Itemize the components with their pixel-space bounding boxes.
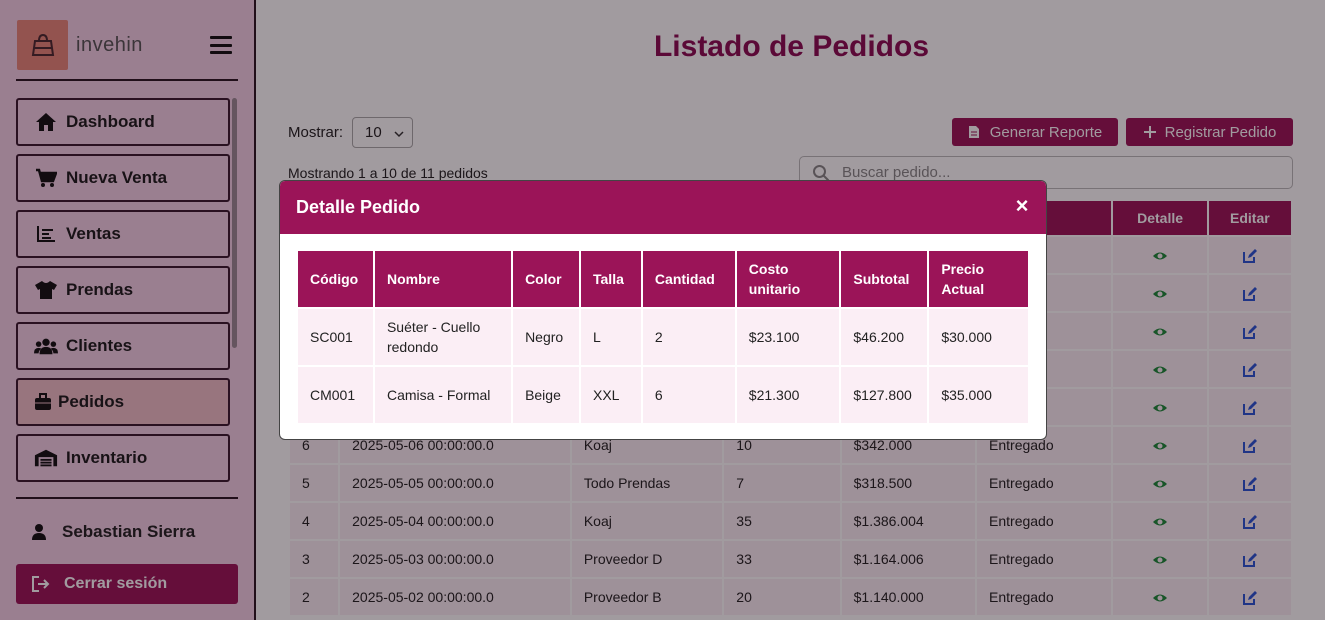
detail-cell: SC001: [296, 307, 375, 367]
column-header: Costo unitario: [734, 249, 842, 309]
detail-cell: 6: [640, 365, 737, 425]
detail-cell: $30.000: [927, 307, 1030, 367]
detail-cell: 2: [640, 307, 737, 367]
modal-title: Detalle Pedido: [296, 197, 421, 217]
detail-cell: $23.100: [734, 307, 842, 367]
detail-cell: Beige: [511, 365, 581, 425]
detail-cell: $127.800: [839, 365, 930, 425]
order-detail-modal: Detalle Pedido × Código Nombre Color Tal…: [279, 180, 1047, 440]
column-header: Nombre: [372, 249, 514, 309]
detail-cell: CM001: [296, 365, 375, 425]
detail-row: SC001 Suéter - Cuello redondo Negro L 2 $23.1…: [296, 307, 1030, 367]
detail-cell: Suéter - Cuello redondo: [372, 307, 514, 367]
close-icon[interactable]: ×: [1012, 193, 1032, 218]
column-header: Color: [511, 249, 581, 309]
detail-cell: $35.000: [927, 365, 1030, 425]
column-header: Subtotal: [839, 249, 930, 309]
order-detail-table: Código Nombre Color Talla Cantidad Costo…: [296, 249, 1030, 425]
column-header: Código: [296, 249, 375, 309]
detail-cell: XXL: [579, 365, 643, 425]
detail-cell: Negro: [511, 307, 581, 367]
detail-header-row: Código Nombre Color Talla Cantidad Costo…: [296, 249, 1030, 309]
detail-cell: Camisa - Formal: [372, 365, 514, 425]
modal-header: Detalle Pedido ×: [280, 181, 1046, 234]
detail-row: CM001 Camisa - Formal Beige XXL 6 $21.300 $127…: [296, 365, 1030, 425]
column-header: Talla: [579, 249, 643, 309]
detail-cell: $46.200: [839, 307, 930, 367]
detail-cell: L: [579, 307, 643, 367]
detail-cell: $21.300: [734, 365, 842, 425]
column-header: Precio Actual: [927, 249, 1030, 309]
column-header: Cantidad: [640, 249, 737, 309]
